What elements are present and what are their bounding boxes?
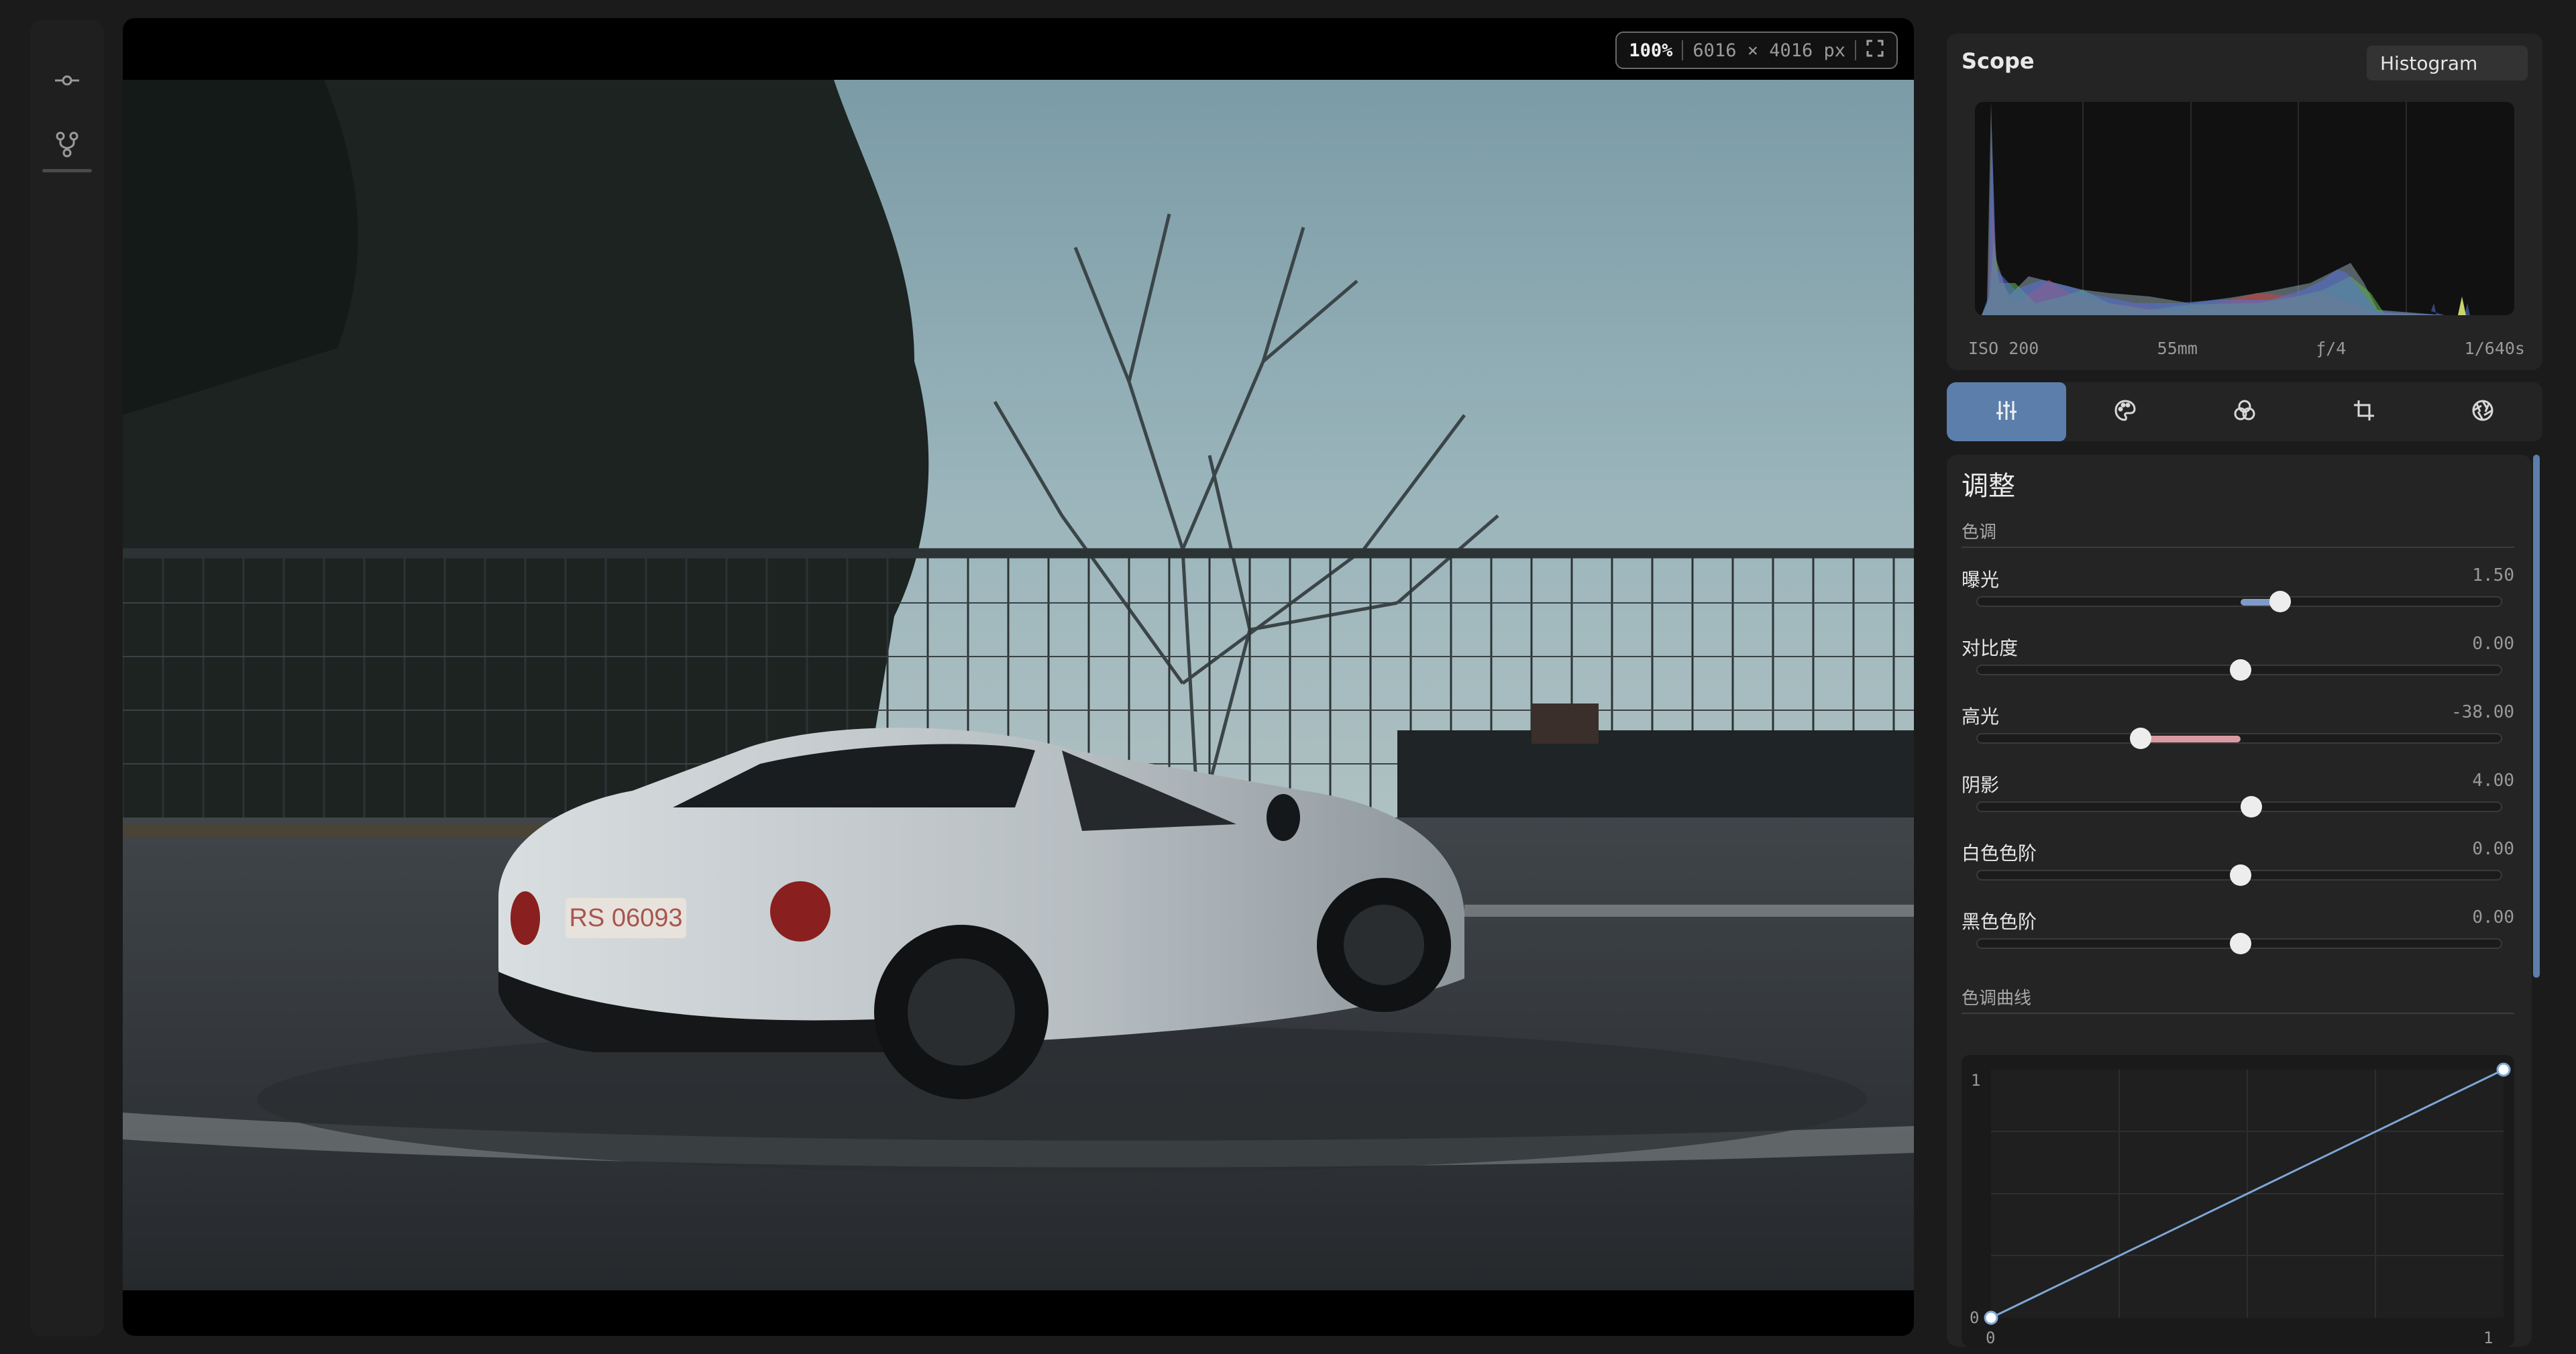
license-plate: RS 06093 <box>569 904 682 932</box>
histogram-blue <box>1982 129 2470 315</box>
rail-divider <box>42 169 92 172</box>
fullscreen-icon[interactable] <box>1866 39 1884 62</box>
zoom-level[interactable]: 100% <box>1629 40 1672 61</box>
aperture-icon <box>2471 399 2494 425</box>
slider-fill <box>2141 736 2241 742</box>
slider-value[interactable]: 4.00 <box>2472 771 2514 791</box>
slider-thumb[interactable] <box>2230 659 2251 681</box>
slider-thumb[interactable] <box>2130 728 2152 749</box>
scope-mode-select[interactable]: Histogram <box>2367 46 2528 80</box>
slider-track[interactable] <box>1976 591 2502 612</box>
slider-row: 曝光 1.50 <box>1962 565 2514 626</box>
curve-y-max-label: 1 <box>1971 1071 1980 1090</box>
aperture-value: ƒ/4 <box>2316 339 2347 358</box>
commit-icon[interactable] <box>50 64 84 97</box>
slider-track[interactable] <box>1976 796 2502 817</box>
curve-point-white[interactable] <box>2496 1062 2511 1077</box>
exif-info: ISO 200 55mm ƒ/4 1/640s <box>1968 339 2525 358</box>
slider-row: 阴影 4.00 <box>1962 771 2514 831</box>
slider-label: 黑色色阶 <box>1962 911 2037 933</box>
tool-tabs <box>1947 382 2542 441</box>
slider-label: 高光 <box>1962 706 2000 728</box>
slider-thumb[interactable] <box>2230 864 2251 886</box>
tab-color[interactable] <box>2066 382 2186 441</box>
section-label-tone: 色调 <box>1962 522 1997 543</box>
left-rail <box>30 20 104 1337</box>
slider-row: 高光 -38.00 <box>1962 702 2514 763</box>
panel-title: 调整 <box>1962 471 2015 502</box>
slider-track[interactable] <box>1976 933 2502 954</box>
curve-y-min-label: 0 <box>1970 1308 1979 1327</box>
right-panel: Scope Histogram ISO 200 55mm ƒ/4 1/640s … <box>1947 34 2542 1347</box>
slider-value[interactable]: 0.00 <box>2472 839 2514 859</box>
section-divider <box>1962 1013 2514 1014</box>
slider-track[interactable] <box>1976 659 2502 681</box>
tab-lens[interactable] <box>2423 382 2542 441</box>
curve-x-min-label: 0 <box>1986 1329 1995 1347</box>
panel-scrollbar[interactable] <box>2533 455 2540 978</box>
slider-label: 曝光 <box>1962 569 2000 591</box>
slider-track[interactable] <box>1976 864 2502 886</box>
curve-point-black[interactable] <box>1984 1310 1998 1325</box>
scope-card: Scope Histogram ISO 200 55mm ƒ/4 1/640s <box>1947 34 2542 370</box>
tab-adjust[interactable] <box>1947 382 2066 441</box>
tab-mix[interactable] <box>2185 382 2304 441</box>
slider-value[interactable]: 0.00 <box>2472 634 2514 654</box>
slider-label: 阴影 <box>1962 774 2000 796</box>
slider-value[interactable]: -38.00 <box>2451 702 2514 722</box>
zoom-indicator: 100% 6016 × 4016 px <box>1615 32 1898 69</box>
branch-icon[interactable] <box>50 127 84 161</box>
tab-crop[interactable] <box>2304 382 2424 441</box>
curve-x-max-label: 1 <box>2483 1329 2493 1347</box>
crop-icon <box>2353 399 2375 425</box>
iso-value: ISO 200 <box>1968 339 2039 358</box>
slider-row: 对比度 0.00 <box>1962 634 2514 694</box>
adjust-panel: 调整 色调 曝光 1.50 对比度 0.00 高光 -38.00 阴影 4.00 白色色阶 0.0… <box>1947 455 2532 1347</box>
sliders-icon <box>1995 399 2018 425</box>
slider-row: 黑色色阶 0.00 <box>1962 907 2514 968</box>
color-circles-icon <box>2233 399 2256 425</box>
slider-value[interactable]: 0.00 <box>2472 907 2514 927</box>
image-viewer[interactable]: RS 06093 100% 6016 × 4016 px <box>123 18 1914 1336</box>
section-label-curve: 色调曲线 <box>1962 989 2032 1009</box>
slider-thumb[interactable] <box>2230 933 2251 954</box>
slider-label: 白色色阶 <box>1962 842 2037 864</box>
distant-building <box>1397 730 1914 817</box>
histogram <box>1975 102 2514 315</box>
tone-curve[interactable]: 1 0 0 1 <box>1962 1055 2514 1347</box>
slider-row: 白色色阶 0.00 <box>1962 839 2514 899</box>
focal-length: 55mm <box>2157 339 2198 358</box>
photo-canvas[interactable]: RS 06093 <box>123 80 1914 1290</box>
slider-track[interactable] <box>1976 728 2502 749</box>
slider-thumb[interactable] <box>2269 591 2291 612</box>
slider-value[interactable]: 1.50 <box>2472 565 2514 585</box>
shutter-speed: 1/640s <box>2464 339 2525 358</box>
section-divider <box>1962 547 2514 548</box>
slider-label: 对比度 <box>1962 637 2019 659</box>
image-dimensions: 6016 × 4016 px <box>1693 40 1845 61</box>
divider <box>1855 40 1856 60</box>
divider <box>1682 40 1684 60</box>
palette-icon <box>2114 399 2137 425</box>
scope-title: Scope <box>1962 48 2035 74</box>
slider-thumb[interactable] <box>2240 796 2262 817</box>
